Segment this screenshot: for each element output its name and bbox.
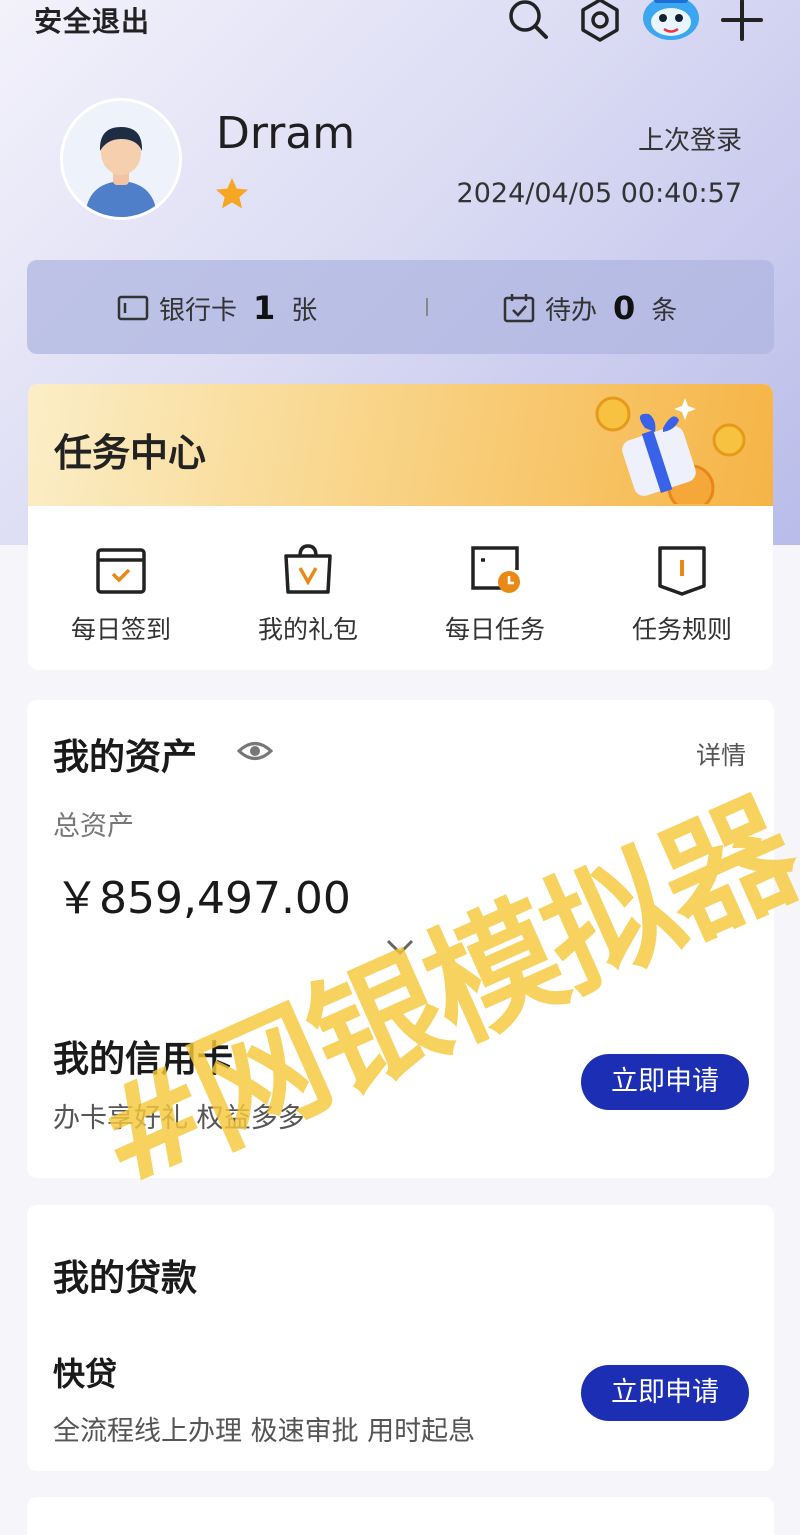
next-card-partial <box>27 1497 774 1535</box>
credit-card-section: 我的信用卡 办卡享好礼 权益多多 立即申请 <box>27 990 774 1178</box>
star-icon <box>216 178 248 209</box>
settings-icon[interactable] <box>578 0 622 42</box>
divider <box>426 298 428 316</box>
task-item-task-rules[interactable]: 任务规则 <box>592 542 772 646</box>
assets-title: 我的资产 <box>53 737 198 778</box>
gift-coins-illustration-icon <box>595 396 746 504</box>
todo-unit: 条 <box>651 295 678 326</box>
task-item-label: 我的礼包 <box>257 615 358 644</box>
task-item-label: 任务规则 <box>631 615 732 644</box>
top-bar: 安全退出 <box>0 0 800 45</box>
bank-card-icon <box>117 295 149 321</box>
credit-card-title: 我的信用卡 <box>53 1039 234 1080</box>
loan-product-name: 快贷 <box>53 1355 118 1393</box>
avatar[interactable] <box>60 98 182 220</box>
task-center-title: 任务中心 <box>54 431 207 475</box>
rules-book-icon <box>658 546 706 596</box>
plus-icon[interactable] <box>720 0 764 42</box>
task-center-card: 任务中心 每日签到 我的礼包 每日任务 任务规则 <box>28 384 773 670</box>
search-icon[interactable] <box>506 0 550 42</box>
mascot-icon[interactable] <box>640 0 702 42</box>
loan-title: 我的贷款 <box>53 1258 198 1299</box>
logout-button[interactable]: 安全退出 <box>34 0 150 40</box>
todo-count: 0 <box>613 289 636 327</box>
todo-label: 待办 <box>545 295 598 326</box>
loan-product-desc: 全流程线上办理 极速审批 用时起息 <box>53 1416 476 1447</box>
bank-card-label: 银行卡 <box>159 295 238 326</box>
total-assets-amount: ￥859,497.00 <box>55 873 351 924</box>
eye-icon[interactable] <box>237 738 273 764</box>
task-item-daily-checkin[interactable]: 每日签到 <box>31 542 211 646</box>
bank-card-unit: 张 <box>291 295 318 326</box>
task-center-header: 任务中心 <box>28 384 773 506</box>
account-summary: 银行卡 1 张 待办 0 条 <box>27 260 774 354</box>
task-item-my-gifts[interactable]: 我的礼包 <box>218 542 398 646</box>
username: Drram <box>216 108 356 159</box>
loan-card: 我的贷款 快贷 全流程线上办理 极速审批 用时起息 立即申请 <box>27 1205 774 1471</box>
bank-card-count: 1 <box>253 289 276 327</box>
bank-card-summary[interactable]: 银行卡 1 张 <box>117 288 317 328</box>
task-item-label: 每日任务 <box>444 615 545 644</box>
task-clock-icon <box>471 546 520 593</box>
task-item-daily-tasks[interactable]: 每日任务 <box>405 542 585 646</box>
todo-calendar-icon <box>503 294 535 323</box>
gift-bag-icon <box>284 544 332 594</box>
chevron-down-icon[interactable] <box>385 936 415 958</box>
credit-card-subtitle: 办卡享好礼 权益多多 <box>53 1103 305 1134</box>
assets-detail-link[interactable]: 详情 <box>696 736 746 772</box>
task-item-label: 每日签到 <box>70 615 171 644</box>
user-avatar-icon <box>63 101 179 217</box>
calendar-check-icon <box>96 548 146 594</box>
last-login-time: 2024/04/05 00:40:57 <box>456 178 742 209</box>
todo-summary[interactable]: 待办 0 条 <box>503 288 677 328</box>
last-login-label: 上次登录 <box>637 126 742 156</box>
total-assets-label: 总资产 <box>53 811 134 842</box>
loan-apply-button[interactable]: 立即申请 <box>581 1365 749 1421</box>
credit-card-apply-button[interactable]: 立即申请 <box>581 1054 749 1110</box>
assets-card: 我的资产 详情 总资产 ￥859,497.00 <box>27 700 774 1000</box>
